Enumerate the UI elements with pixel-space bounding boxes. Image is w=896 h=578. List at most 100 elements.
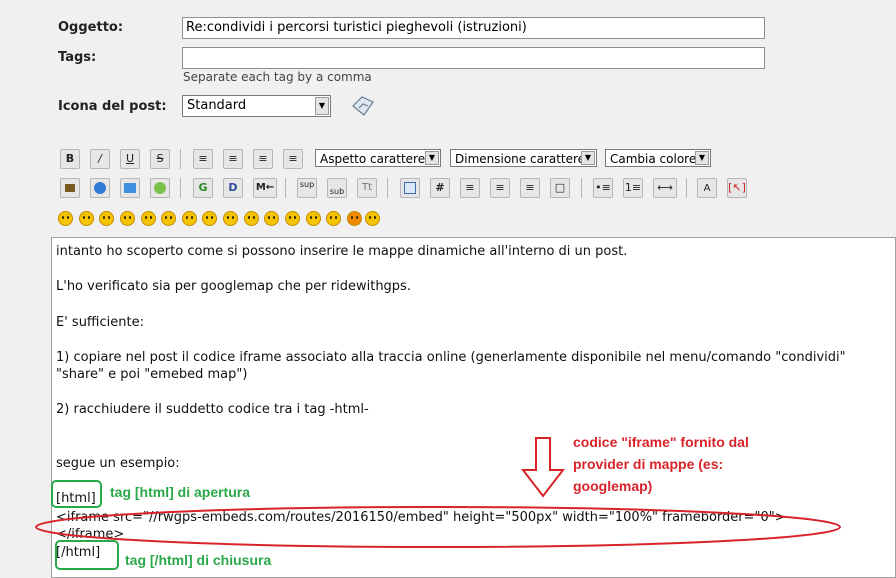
strikethrough-button[interactable]: S <box>150 149 170 169</box>
editor-line: <iframe src="//rwgps-embeds.com/routes/2… <box>56 510 786 525</box>
align-justify-icon: ≡ <box>228 152 238 165</box>
smiley-eek-icon[interactable] <box>285 211 300 226</box>
smiley-cool-icon[interactable] <box>223 211 238 226</box>
editor-line: "share" e poi "emebed map") <box>56 367 248 382</box>
indent-icon: ≡ <box>465 181 475 194</box>
post-icon-value: Standard <box>187 98 247 113</box>
font-color-select[interactable]: Cambia colore ▼ <box>605 149 711 167</box>
superscript-button[interactable]: sup <box>297 178 317 198</box>
annotation-iframe-line-3: googlemap) <box>573 478 653 494</box>
bullet-list-icon: •≡ <box>595 181 611 194</box>
insert-table-button[interactable] <box>400 178 420 198</box>
image-icon <box>65 184 75 192</box>
align-justify-icon: ≡ <box>525 181 535 194</box>
insert-code-button[interactable]: # <box>430 178 450 198</box>
smiley-laugh-icon[interactable] <box>120 211 135 226</box>
annotation-html-close: tag [/html] di chiusura <box>125 552 272 568</box>
align-center-icon: ≡ <box>258 152 268 165</box>
smiley-tongue-icon[interactable] <box>244 211 259 226</box>
quote-button[interactable]: □ <box>550 178 570 198</box>
remove-format-icon: [↖] <box>728 181 746 194</box>
smiley-icon <box>154 182 166 194</box>
editor-line: 1) copiare nel post il codice iframe ass… <box>56 350 846 365</box>
chevron-down-icon[interactable]: ▼ <box>425 151 439 165</box>
smiley-frown-icon[interactable] <box>326 211 341 226</box>
smiley-grin-icon[interactable] <box>99 211 114 226</box>
smiley-surprised-icon[interactable] <box>202 211 217 226</box>
editor-line: </iframe> <box>56 527 125 542</box>
align-right-icon: ≡ <box>495 181 505 194</box>
align-left-button[interactable]: ≡ <box>193 149 213 169</box>
smiley-rolleyes-icon[interactable] <box>264 211 279 226</box>
tags-label: Tags: <box>58 50 97 65</box>
insert-link-button[interactable] <box>90 178 110 198</box>
bullet-list-button[interactable]: •≡ <box>593 178 613 198</box>
toolbar-divider <box>686 178 687 198</box>
font-face-select[interactable]: Aspetto carattere ▼ <box>315 149 441 167</box>
chevron-down-icon[interactable]: ▼ <box>315 97 329 115</box>
subscript-button[interactable]: sub <box>327 178 347 198</box>
google-button[interactable]: G <box>193 178 213 198</box>
align-right-icon: ≡ <box>288 152 298 165</box>
italic-button[interactable]: / <box>90 149 110 169</box>
smiley-angry-icon[interactable] <box>141 211 156 226</box>
indent-left-button[interactable]: ≡ <box>460 178 480 198</box>
annotation-html-open: tag [html] di apertura <box>110 484 251 500</box>
numbered-list-icon: 1≡ <box>624 181 642 194</box>
subject-label: Oggetto: <box>58 20 124 35</box>
tags-input[interactable] <box>182 47 765 69</box>
subject-input[interactable]: Re:condividi i percorsi turistici pieghe… <box>182 17 765 39</box>
align-center-button[interactable]: ≡ <box>253 149 273 169</box>
post-icon-label: Icona del post: <box>58 99 167 114</box>
toolbar-divider <box>285 178 286 198</box>
insert-email-button[interactable] <box>120 178 140 198</box>
align-left-icon: ≡ <box>198 152 208 165</box>
remove-format-button[interactable]: [↖] <box>727 178 747 198</box>
d-button[interactable]: D <box>223 178 243 198</box>
toolbar-divider <box>180 149 181 169</box>
editor-line: [html] <box>56 491 96 506</box>
smiley-blush-icon[interactable] <box>306 211 321 226</box>
smiley-sad-icon[interactable] <box>161 211 176 226</box>
font-case-icon: A <box>703 183 711 194</box>
horizontal-rule-button[interactable]: ⟷ <box>653 178 677 198</box>
font-face-value: Aspetto carattere <box>320 152 426 166</box>
editor-line: L'ho verificato sia per googlemap che pe… <box>56 279 411 294</box>
font-size-select[interactable]: Dimensione carattere ▼ <box>450 149 597 167</box>
globe-icon <box>94 182 106 194</box>
post-icon-select[interactable]: Standard ▼ <box>182 95 331 117</box>
tags-hint: Separate each tag by a comma <box>183 70 372 84</box>
post-icon-preview-icon <box>352 96 374 116</box>
smiley-mad-icon[interactable] <box>347 211 362 226</box>
editor-line: intanto ho scoperto come si possono inse… <box>56 244 628 259</box>
message-editor[interactable]: intanto ho scoperto come si possono inse… <box>51 237 896 578</box>
more-button[interactable]: M← <box>253 178 277 198</box>
editor-line: 2) racchiudere il suddetto codice tra i … <box>56 402 369 417</box>
smiley-wink-icon[interactable] <box>79 211 94 226</box>
smiley-smile-icon[interactable] <box>58 211 73 226</box>
toolbar-divider <box>387 178 388 198</box>
editor-line: E' sufficiente: <box>56 315 144 330</box>
insert-image-button[interactable] <box>60 178 80 198</box>
bold-button[interactable]: B <box>60 149 80 169</box>
email-icon <box>124 183 136 193</box>
teletype-button[interactable]: Tt <box>357 178 377 198</box>
underline-button[interactable]: U <box>120 149 140 169</box>
smiley-cry-icon[interactable] <box>365 211 380 226</box>
insert-smiley-button[interactable] <box>150 178 170 198</box>
quote-icon: □ <box>554 181 566 194</box>
numbered-list-button[interactable]: 1≡ <box>623 178 643 198</box>
align-justify-button[interactable]: ≡ <box>223 149 243 169</box>
editor-line: [/html] <box>56 545 101 560</box>
toolbar-divider <box>581 178 582 198</box>
align-justify-2-button[interactable]: ≡ <box>520 178 540 198</box>
chevron-down-icon[interactable]: ▼ <box>581 151 595 165</box>
font-case-button[interactable]: A <box>697 178 717 198</box>
editor-line: segue un esempio: <box>56 456 180 471</box>
chevron-down-icon[interactable]: ▼ <box>695 151 709 165</box>
smiley-confused-icon[interactable] <box>182 211 197 226</box>
align-right-2-button[interactable]: ≡ <box>490 178 510 198</box>
toolbar-divider <box>180 178 181 198</box>
annotation-iframe-line-1: codice "iframe" fornito dal <box>573 434 749 450</box>
align-right-button[interactable]: ≡ <box>283 149 303 169</box>
